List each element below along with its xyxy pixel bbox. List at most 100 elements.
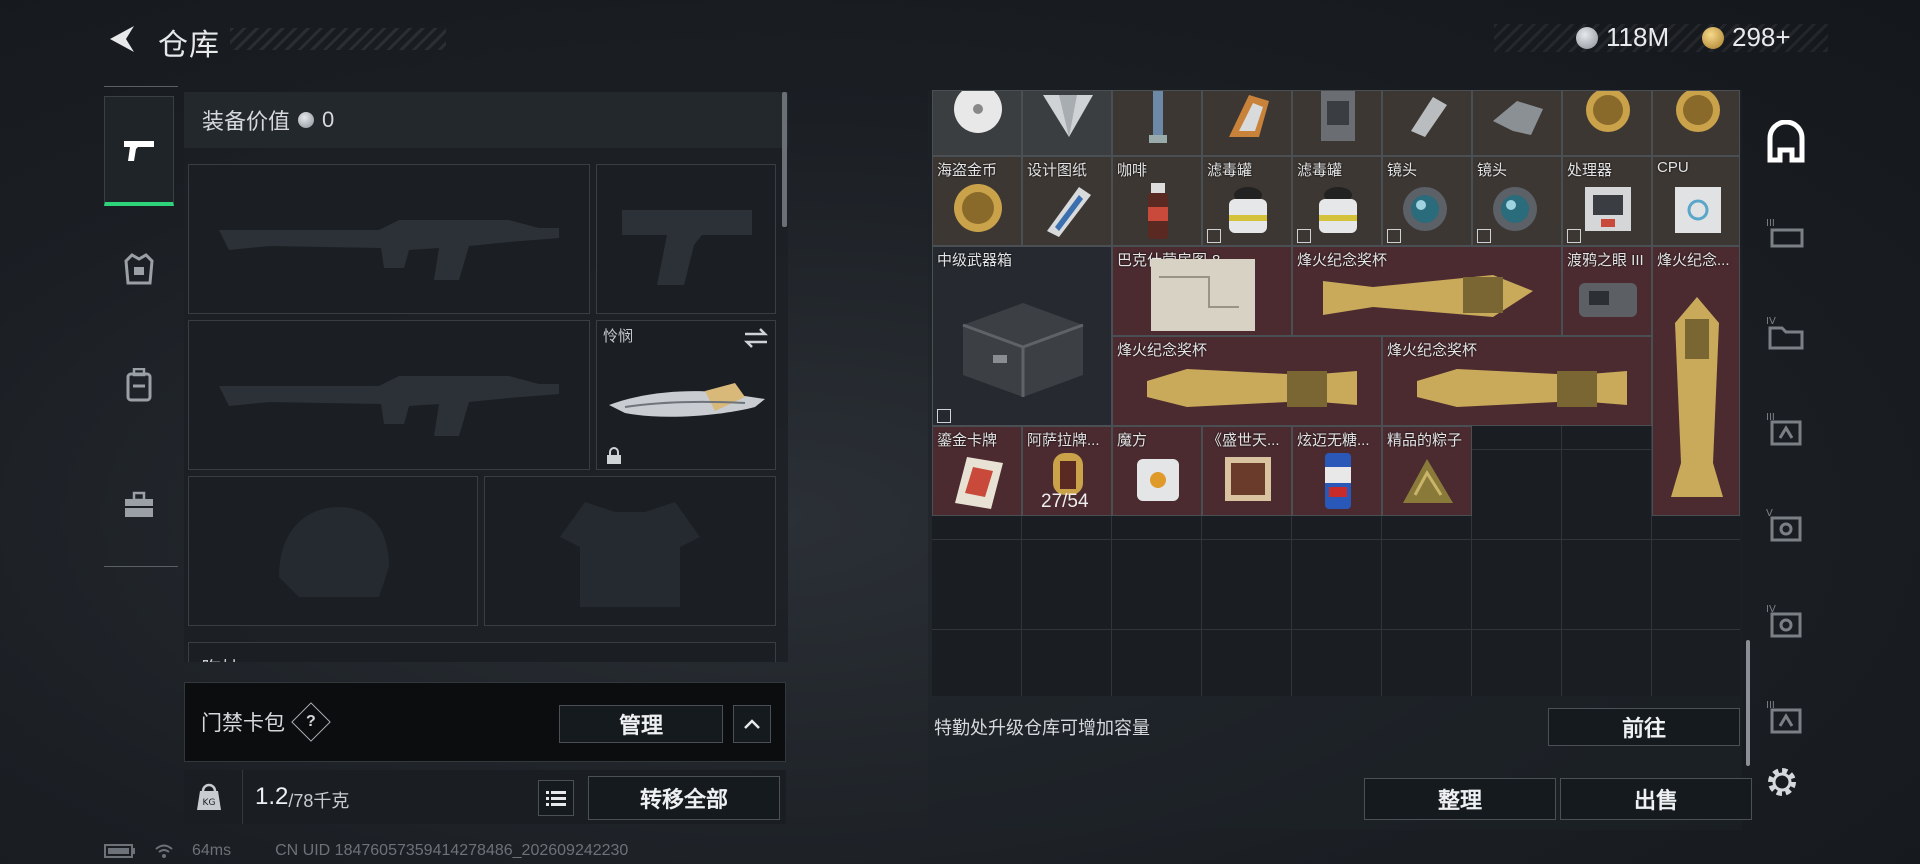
stash-item[interactable]: 镜头 [1382, 156, 1472, 246]
stash-item-whistle[interactable] [1382, 90, 1472, 156]
chevron-up-icon [744, 719, 760, 729]
raven-eye-device-image [1579, 283, 1637, 317]
stash-item[interactable]: 中级武器箱 [932, 246, 1112, 426]
svg-text:KG: KG [203, 798, 216, 808]
stash-item-vial[interactable] [1112, 90, 1202, 156]
tab-divider [104, 566, 178, 567]
manage-button[interactable]: 管理 [559, 705, 723, 743]
drone-part-image [1493, 101, 1543, 135]
stash-tab-4[interactable]: IV [1766, 312, 1806, 352]
silver-currency[interactable]: 118M [1576, 22, 1669, 53]
equipment-scrollbar[interactable] [782, 92, 787, 227]
stash-item-coin[interactable] [1652, 90, 1740, 156]
stash-item[interactable]: 海盗金币 [932, 156, 1022, 246]
stash-tab-8[interactable]: III [1766, 696, 1806, 736]
stash-item[interactable]: 滤毒罐 [1292, 156, 1382, 246]
stash-item-crystal[interactable] [1022, 90, 1112, 156]
organize-button[interactable]: 整理 [1364, 778, 1556, 820]
weapon-crate-image [962, 303, 1084, 397]
silver-currency-value: 118M [1606, 22, 1670, 52]
stash-item[interactable]: 烽火纪念奖杯 [1292, 246, 1562, 336]
stash-tab-6[interactable]: V [1766, 504, 1806, 544]
goto-button[interactable]: 前往 [1548, 708, 1740, 746]
title-decoration [230, 28, 446, 50]
rifle-silhouette-icon [219, 376, 559, 436]
locked-icon [937, 409, 951, 423]
filter-canister-image [1319, 187, 1357, 233]
stash-tab-5[interactable]: III [1766, 408, 1806, 448]
trophy-vertical-image [1671, 297, 1723, 497]
stash-item[interactable]: 阿萨拉牌... 27/54 [1022, 426, 1112, 516]
collapse-button[interactable] [733, 705, 771, 743]
back-arrow-icon[interactable] [104, 22, 138, 56]
help-icon[interactable]: ? [291, 702, 331, 742]
rifle-silhouette-icon [219, 220, 559, 280]
stash-item[interactable]: 炫迈无糖... [1292, 426, 1382, 516]
stash-item[interactable]: 《盛世天... [1202, 426, 1292, 516]
tab-backpack[interactable] [104, 330, 174, 440]
tab-armor[interactable] [104, 214, 174, 324]
uid: CN UID 18476057359414278486_202609242230 [275, 842, 629, 859]
gold-currency-value: 298+ [1732, 22, 1791, 52]
svg-text:IV: IV [1766, 316, 1776, 327]
stash-all-tab[interactable] [1764, 119, 1808, 164]
coffee-bottle-image [1148, 183, 1168, 239]
crystal-image [1043, 95, 1093, 137]
secondary-weapon-slot[interactable] [188, 320, 590, 470]
sidearm-slot[interactable] [596, 164, 776, 314]
stash-item[interactable]: 烽火纪念奖杯 [1382, 336, 1652, 426]
chest-rig-slot[interactable]: 胸挂 2 [188, 642, 776, 662]
armor-slot[interactable] [484, 476, 776, 626]
stash-item[interactable]: 处理器 [1562, 156, 1652, 246]
stash-item[interactable]: 滤毒罐 [1202, 156, 1292, 246]
book-image [1225, 457, 1271, 501]
settings-button[interactable] [1764, 764, 1800, 800]
stash-item-coin[interactable] [1562, 90, 1652, 156]
stash-item[interactable]: 咖啡 [1112, 156, 1202, 246]
weight-bar: KG 1.2 /78千克 转移全部 [184, 770, 786, 824]
stash-item[interactable]: 渡鸦之眼 III [1562, 246, 1652, 336]
tab-toolbox[interactable] [104, 450, 174, 560]
helmet-slot[interactable] [188, 476, 478, 626]
silver-coin-icon [298, 112, 315, 128]
filter-box-image [1321, 91, 1355, 141]
locked-icon [1567, 229, 1581, 243]
equipment-panel: 装备价值 0 怜悯 [184, 92, 788, 662]
stash-item[interactable]: 设计图纸 [1022, 156, 1112, 246]
cpu-chip-image [1675, 187, 1721, 233]
stash-item[interactable]: 精品的粽子 [1382, 426, 1472, 516]
stash-home-icon [1767, 119, 1805, 163]
gold-currency[interactable]: 298+ [1702, 22, 1791, 53]
stash-item[interactable]: 巴克什营房图-8 [1112, 246, 1292, 336]
stash-item-filter-box[interactable] [1292, 90, 1382, 156]
list-view-button[interactable] [538, 780, 574, 816]
stash-tab-7[interactable]: IV [1766, 600, 1806, 640]
stash-item[interactable]: 烽火纪念奖杯 [1112, 336, 1382, 426]
stash-item[interactable]: 烽火纪念... [1652, 246, 1740, 516]
ping: 64ms [192, 842, 232, 859]
stash-item-disc[interactable] [932, 90, 1022, 156]
swap-icon[interactable] [743, 327, 769, 349]
pistol-icon [124, 140, 154, 161]
stack-count: 27/54 [1041, 491, 1089, 512]
weight-max: /78千克 [288, 791, 350, 811]
melee-slot[interactable]: 怜悯 [596, 320, 776, 470]
gold-coin-image [1676, 91, 1720, 132]
whistle-image [1411, 97, 1447, 137]
stash-item[interactable]: CPU [1652, 156, 1740, 246]
equipment-value: 0 [322, 107, 335, 132]
sell-button[interactable]: 出售 [1560, 778, 1752, 820]
list-icon [546, 791, 566, 806]
stash-scrollbar[interactable] [1746, 640, 1750, 766]
stash-item-orange-device[interactable] [1202, 90, 1292, 156]
stash-item-drone-part[interactable] [1472, 90, 1562, 156]
stash-item[interactable]: 魔方 [1112, 426, 1202, 516]
chest-rig-label: 胸挂 2 [201, 653, 258, 662]
tab-weapons[interactable] [104, 96, 174, 206]
case-icon: III [1766, 412, 1802, 446]
transfer-all-button[interactable]: 转移全部 [588, 776, 780, 820]
stash-item[interactable]: 镜头 [1472, 156, 1562, 246]
stash-tab-3[interactable]: III [1766, 214, 1806, 254]
stash-item[interactable]: 鎏金卡牌 [932, 426, 1022, 516]
primary-weapon-slot[interactable] [188, 164, 590, 314]
